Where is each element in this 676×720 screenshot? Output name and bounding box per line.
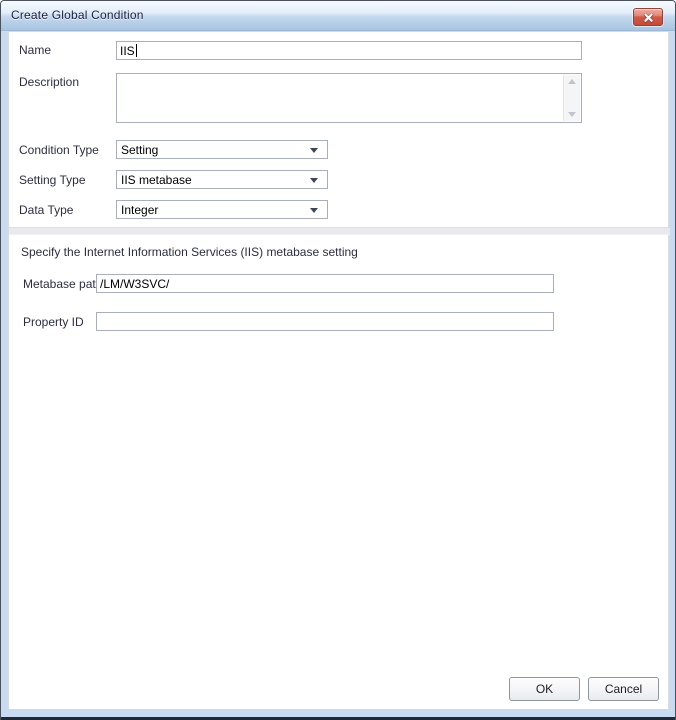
scroll-down-icon[interactable] [568, 112, 576, 117]
dialog-content: Name IIS Description Condition Type Sett… [8, 32, 669, 709]
description-scrollbar[interactable] [563, 75, 580, 121]
description-textarea[interactable] [116, 73, 582, 123]
create-global-condition-dialog: Create Global Condition Name IIS Descrip… [0, 0, 676, 720]
name-label: Name [19, 43, 51, 57]
chevron-down-icon [310, 148, 318, 153]
setting-type-value: IIS metabase [121, 173, 192, 187]
titlebar[interactable]: Create Global Condition [1, 1, 675, 31]
property-id-input[interactable] [96, 312, 554, 331]
chevron-down-icon [310, 208, 318, 213]
description-label: Description [19, 75, 79, 89]
ok-button[interactable]: OK [509, 677, 580, 701]
name-input[interactable]: IIS [116, 41, 582, 60]
text-caret [136, 44, 137, 57]
metabase-path-input[interactable] [96, 274, 554, 293]
metabase-section-heading: Specify the Internet Information Service… [21, 245, 358, 259]
section-separator [9, 227, 670, 235]
setting-type-dropdown[interactable]: IIS metabase [116, 170, 328, 189]
data-type-label: Data Type [19, 203, 73, 217]
condition-type-dropdown[interactable]: Setting [116, 140, 328, 159]
chevron-down-icon [310, 178, 318, 183]
setting-type-label: Setting Type [19, 173, 86, 187]
name-input-value: IIS [120, 44, 135, 58]
metabase-path-label: Metabase path [23, 277, 102, 291]
data-type-dropdown[interactable]: Integer [116, 200, 328, 219]
close-icon [643, 12, 654, 23]
property-id-label: Property ID [23, 315, 84, 329]
condition-type-label: Condition Type [19, 143, 99, 157]
close-button[interactable] [633, 8, 663, 26]
window-title: Create Global Condition [11, 8, 144, 22]
scroll-up-icon[interactable] [568, 79, 576, 84]
data-type-value: Integer [121, 203, 158, 217]
cancel-button[interactable]: Cancel [588, 677, 659, 701]
condition-type-value: Setting [121, 143, 158, 157]
